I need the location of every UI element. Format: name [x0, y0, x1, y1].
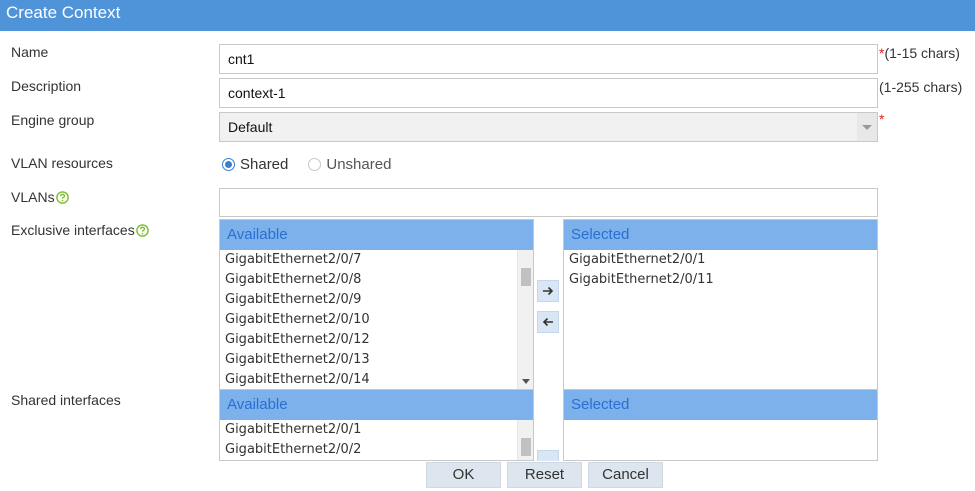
exclusive-selected-header: Selected: [564, 220, 877, 250]
list-item[interactable]: GigabitEthernet2/0/7: [220, 250, 533, 270]
list-item[interactable]: GigabitEthernet2/0/13: [220, 350, 533, 370]
shared-available-list: Available GigabitEthernet2/0/1 GigabitEth…: [219, 389, 534, 461]
engine-group-label: Engine group: [11, 112, 95, 128]
shared-available-items: GigabitEthernet2/0/1 GigabitEthernet2/0/2: [220, 420, 533, 460]
scrollbar-thumb[interactable]: [521, 268, 531, 286]
exclusive-available-items: GigabitEthernet2/0/7 GigabitEthernet2/0/8…: [220, 250, 533, 389]
help-icon[interactable]: [135, 224, 149, 237]
list-item[interactable]: GigabitEthernet2/0/14: [220, 370, 533, 389]
scrollbar[interactable]: [517, 250, 533, 389]
description-label: Description: [11, 78, 82, 94]
scrollbar[interactable]: [517, 420, 533, 460]
radio-shared-label: Shared: [240, 155, 289, 173]
exclusive-interfaces-label-text: Exclusive interfaces: [11, 222, 135, 238]
shared-selected-list: Selected: [563, 389, 878, 461]
shared-available-header: Available: [220, 390, 533, 420]
exclusive-selected-items: GigabitEthernet2/0/1 GigabitEthernet2/0/1…: [564, 250, 877, 290]
name-input[interactable]: cnt1: [219, 44, 878, 74]
list-item[interactable]: GigabitEthernet2/0/12: [220, 330, 533, 350]
list-item[interactable]: GigabitEthernet2/0/10: [220, 310, 533, 330]
exclusive-available-header: Available: [220, 220, 533, 250]
vlans-label: VLANs: [11, 188, 69, 206]
move-right-button[interactable]: [537, 280, 559, 302]
dialog-title: Create Context: [6, 3, 121, 22]
engine-group-select[interactable]: Default: [219, 112, 878, 142]
cancel-button[interactable]: Cancel: [588, 462, 663, 488]
description-hint: (1-255 chars): [879, 79, 963, 95]
arrow-left-icon: [542, 317, 553, 327]
list-item[interactable]: GigabitEthernet2/0/11: [564, 270, 877, 290]
radio-shared[interactable]: Shared: [222, 156, 288, 173]
chevron-down-icon[interactable]: [857, 113, 877, 141]
engine-group-required-marker: *: [879, 111, 885, 127]
arrow-right-icon: [543, 286, 554, 296]
description-input[interactable]: context-1: [219, 78, 878, 108]
vlan-resources-radio-group: Shared Unshared: [222, 154, 391, 174]
vlans-label-text: VLANs: [11, 189, 55, 205]
list-item[interactable]: GigabitEthernet2/0/1: [220, 420, 533, 440]
exclusive-interfaces-label: Exclusive interfaces: [11, 221, 149, 239]
move-left-button[interactable]: [537, 311, 559, 333]
exclusive-selected-list: Selected GigabitEthernet2/0/1 GigabitEthe…: [563, 219, 878, 390]
dialog-titlebar: Create Context: [0, 0, 975, 31]
shared-selected-header: Selected: [564, 390, 877, 420]
ok-button[interactable]: OK: [426, 462, 501, 488]
name-label: Name: [11, 44, 49, 60]
move-right-button[interactable]: [537, 450, 559, 461]
vlan-resources-label: VLAN resources: [11, 155, 113, 171]
radio-unchecked-icon: [308, 157, 322, 171]
list-item[interactable]: GigabitEthernet2/0/8: [220, 270, 533, 290]
list-item[interactable]: GigabitEthernet2/0/9: [220, 290, 533, 310]
scrollbar-thumb[interactable]: [521, 438, 531, 456]
engine-group-value: Default: [228, 119, 273, 135]
radio-unshared[interactable]: Unshared: [308, 156, 391, 173]
radio-unshared-label: Unshared: [326, 155, 392, 173]
reset-button[interactable]: Reset: [507, 462, 582, 488]
name-hint-text: (1-15 chars): [884, 45, 960, 61]
list-item[interactable]: GigabitEthernet2/0/1: [564, 250, 877, 270]
shared-interfaces-label: Shared interfaces: [11, 392, 121, 408]
exclusive-available-list: Available GigabitEthernet2/0/7 GigabitEth…: [219, 219, 534, 390]
name-hint: *(1-15 chars): [879, 44, 960, 62]
radio-checked-icon: [222, 157, 235, 171]
list-item[interactable]: GigabitEthernet2/0/2: [220, 440, 533, 460]
vlans-input[interactable]: [219, 188, 878, 217]
help-icon[interactable]: [55, 191, 69, 204]
scroll-down-arrow-icon[interactable]: [522, 379, 530, 384]
